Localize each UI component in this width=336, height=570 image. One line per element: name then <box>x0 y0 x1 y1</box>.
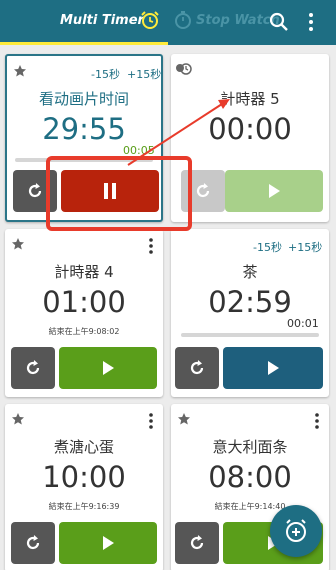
card-menu-icon[interactable] <box>147 237 155 255</box>
timer-time: 01:00 <box>42 285 126 319</box>
play-button[interactable] <box>59 347 157 389</box>
reset-button[interactable] <box>175 347 219 389</box>
elapsed-time: 00:01 <box>287 317 319 330</box>
reset-icon <box>190 535 204 550</box>
add-timer-button[interactable] <box>270 505 322 557</box>
card-menu-icon[interactable] <box>313 412 321 430</box>
stopwatch-icon[interactable] <box>173 10 193 30</box>
timer-name: 煮溏心蛋 <box>53 438 114 456</box>
reset-icon <box>28 183 42 198</box>
timer-card-3[interactable]: 計時器 4 01:00 結束在上午9:08:02 <box>5 229 163 397</box>
timer-time: 29:55 <box>42 112 126 146</box>
card-menu-icon[interactable] <box>147 412 155 430</box>
timer-name: 計時器 4 <box>54 263 114 281</box>
play-button[interactable] <box>223 347 323 389</box>
play-icon <box>103 361 114 375</box>
alarm-clock-icon[interactable] <box>140 10 160 30</box>
star-icon[interactable] <box>13 64 27 78</box>
reset-icon <box>26 535 40 550</box>
plus-15s-button[interactable]: +15秒 <box>288 239 322 255</box>
timer-card-5[interactable]: 煮溏心蛋 10:00 結束在上午9:16:39 <box>5 404 163 570</box>
search-icon[interactable] <box>268 11 290 33</box>
reset-button[interactable] <box>175 522 219 564</box>
timer-time: 02:59 <box>208 285 292 319</box>
timer-name: 計時器 5 <box>220 90 280 108</box>
star-icon[interactable] <box>177 412 191 426</box>
play-button[interactable] <box>59 522 157 564</box>
timer-card-4[interactable]: -15秒 +15秒 茶 02:59 00:01 <box>171 229 329 397</box>
timer-name: 茶 <box>242 263 258 281</box>
highlight-box <box>46 156 192 231</box>
tab-multi-timer[interactable]: Multi Timer <box>60 13 144 28</box>
plus-15s-button[interactable]: +15秒 <box>127 66 161 82</box>
reset-icon <box>190 360 204 375</box>
timer-time: 00:00 <box>208 112 292 146</box>
star-icon[interactable] <box>11 237 25 251</box>
app-bar: Multi Timer Stop Watch <box>0 0 336 45</box>
end-time-label: 結束在上午9:08:02 <box>48 327 120 336</box>
reset-icon <box>196 183 210 198</box>
add-timer-icon <box>286 519 306 542</box>
star-icon[interactable] <box>11 412 25 426</box>
reset-button[interactable] <box>11 522 55 564</box>
play-icon <box>103 536 114 550</box>
active-tab-indicator <box>0 42 168 45</box>
end-time-label: 結束在上午9:16:39 <box>48 502 120 511</box>
timer-card-2[interactable]: 計時器 5 00:00 <box>171 54 329 222</box>
progress-bar <box>181 333 319 337</box>
timer-time: 08:00 <box>208 460 292 494</box>
timer-name: 看动画片时间 <box>38 90 129 108</box>
reset-icon <box>26 360 40 375</box>
timer-time: 10:00 <box>42 460 126 494</box>
reset-button[interactable] <box>11 347 55 389</box>
overflow-menu-icon[interactable] <box>300 11 322 33</box>
alarm-repeat-icon[interactable] <box>175 62 193 76</box>
minus-15s-button[interactable]: -15秒 <box>253 239 282 255</box>
minus-15s-button[interactable]: -15秒 <box>91 66 120 82</box>
play-icon <box>269 184 280 198</box>
play-icon <box>268 361 279 375</box>
timer-name: 意大利面条 <box>212 438 288 456</box>
play-button[interactable] <box>225 170 323 212</box>
